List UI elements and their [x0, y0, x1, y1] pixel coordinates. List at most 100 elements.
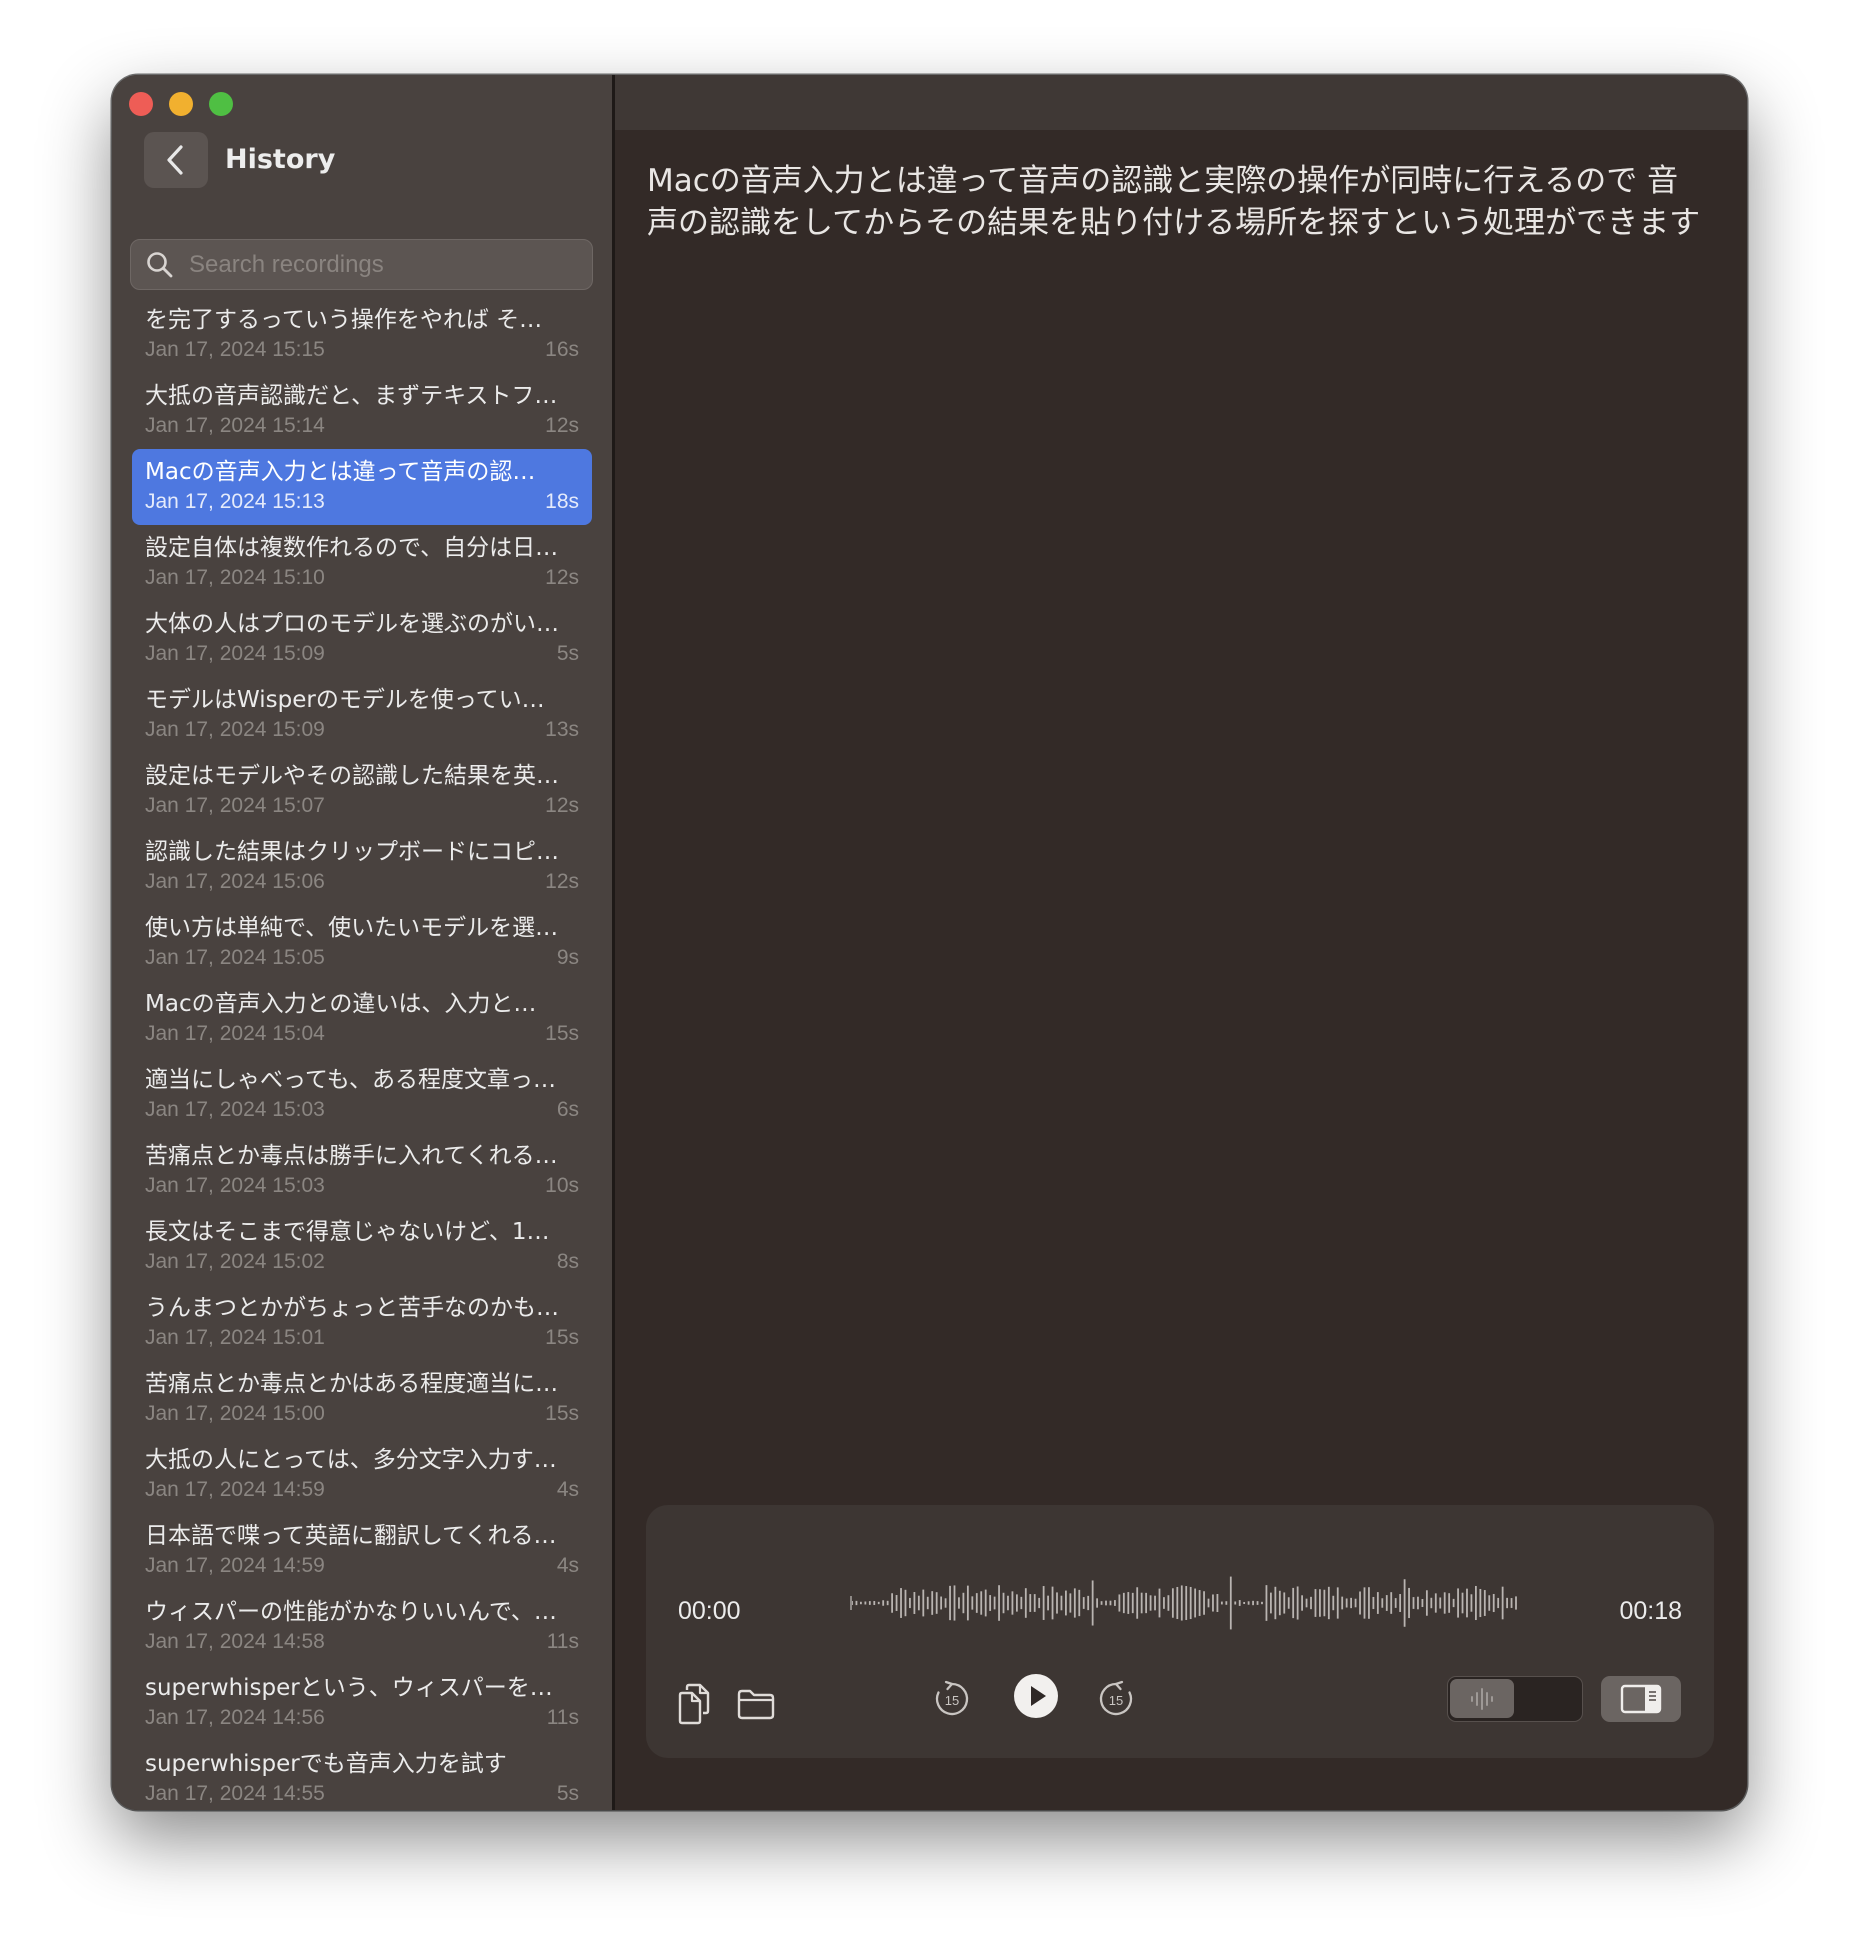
- recording-date: Jan 17, 2024 15:09: [145, 718, 325, 741]
- recording-title: モデルはWisperのモデルを使ってい…: [145, 687, 545, 713]
- recording-title: 日本語で喋って英語に翻訳してくれる…: [145, 1523, 557, 1549]
- transcript-text[interactable]: Macの音声入力とは違って音声の認識と実際の操作が同時に行えるので 音声の認識を…: [647, 160, 1707, 244]
- recording-item[interactable]: 設定自体は複数作れるので、自分は日… Jan 17, 2024 15:10 12s: [132, 525, 592, 601]
- forward-15-button[interactable]: 15: [1096, 1679, 1136, 1719]
- recording-duration: 8s: [556, 1250, 579, 1273]
- recording-title: うんまつとかがちょっと苦手なのかも…: [145, 1295, 559, 1321]
- recording-item[interactable]: 大抵の音声認識だと、まずテキストフ… Jan 17, 2024 15:14 12s: [132, 373, 592, 449]
- recording-meta: Jan 17, 2024 15:01 15s: [145, 1324, 579, 1352]
- recording-duration: 18s: [545, 490, 579, 513]
- waveform-icon: [1471, 1687, 1493, 1710]
- recording-date: Jan 17, 2024 15:14: [145, 414, 325, 437]
- folder-icon: [737, 1689, 775, 1720]
- recording-item[interactable]: Macの音声入力との違いは、入力と… Jan 17, 2024 15:04 15s: [132, 981, 592, 1057]
- recording-title: 使い方は単純で、使いたいモデルを選…: [145, 915, 559, 941]
- recording-title: superwhisperでも音声入力を試す: [145, 1751, 507, 1777]
- recording-duration: 11s: [546, 1706, 579, 1729]
- waveform-mode-segment[interactable]: [1450, 1679, 1514, 1718]
- recording-meta: Jan 17, 2024 15:13 18s: [145, 488, 579, 516]
- recording-meta: Jan 17, 2024 14:58 11s: [145, 1628, 579, 1656]
- recording-item[interactable]: Macの音声入力とは違って音声の認… Jan 17, 2024 15:13 18s: [132, 449, 592, 525]
- sidebar: History を完了するっていう操作をやれば そ… Jan 17, 2024 1…: [112, 75, 612, 1810]
- recording-item[interactable]: うんまつとかがちょっと苦手なのかも… Jan 17, 2024 15:01 15s: [132, 1285, 592, 1361]
- recording-item[interactable]: 苦痛点とか毒点は勝手に入れてくれる… Jan 17, 2024 15:03 10s: [132, 1133, 592, 1209]
- copy-icon: [678, 1683, 710, 1725]
- recording-item[interactable]: 設定はモデルやその認識した結果を英… Jan 17, 2024 15:07 12s: [132, 753, 592, 829]
- recording-meta: Jan 17, 2024 15:09 13s: [145, 716, 579, 744]
- audio-player: 00:00 00:18 15 15: [646, 1505, 1714, 1758]
- recording-item[interactable]: 大体の人はプロのモデルを選ぶのがい… Jan 17, 2024 15:09 5s: [132, 601, 592, 677]
- back-button[interactable]: [144, 132, 208, 188]
- recording-duration: 12s: [545, 414, 579, 437]
- recording-date: Jan 17, 2024 14:59: [145, 1478, 325, 1501]
- play-button[interactable]: [1012, 1672, 1060, 1720]
- copy-button[interactable]: [676, 1683, 712, 1725]
- recording-duration: 13s: [545, 718, 579, 741]
- recording-item[interactable]: 日本語で喋って英語に翻訳してくれる… Jan 17, 2024 14:59 4s: [132, 1513, 592, 1589]
- rewind-seconds-label: 15: [945, 1693, 959, 1708]
- recording-title: 大抵の人にとっては、多分文字入力す…: [145, 1447, 557, 1473]
- minimize-window-button[interactable]: [169, 92, 193, 116]
- recording-duration: 15s: [545, 1022, 579, 1045]
- toggle-sidebar-button[interactable]: [1601, 1676, 1681, 1722]
- recording-title: ウィスパーの性能がかなりいいんで、…: [145, 1599, 557, 1625]
- recording-date: Jan 17, 2024 15:06: [145, 870, 325, 893]
- rewind-15-button[interactable]: 15: [932, 1679, 972, 1719]
- recording-item[interactable]: superwhisperという、ウィスパーを… Jan 17, 2024 14:5…: [132, 1665, 592, 1741]
- recording-date: Jan 17, 2024 15:09: [145, 642, 325, 665]
- forward-15-icon: 15: [1099, 1680, 1133, 1716]
- recording-date: Jan 17, 2024 14:58: [145, 1630, 325, 1653]
- recording-title: 長文はそこまで得意じゃないけど、1…: [145, 1219, 550, 1245]
- search-icon: [147, 251, 173, 277]
- recording-title: Macの音声入力とは違って音声の認…: [145, 459, 536, 485]
- view-mode-toggle[interactable]: [1447, 1676, 1583, 1722]
- recording-date: Jan 17, 2024 14:55: [145, 1782, 325, 1805]
- recording-meta: Jan 17, 2024 15:06 12s: [145, 868, 579, 896]
- recording-meta: Jan 17, 2024 15:00 15s: [145, 1400, 579, 1428]
- recording-date: Jan 17, 2024 15:10: [145, 566, 325, 589]
- recording-duration: 15s: [545, 1402, 579, 1425]
- recording-duration: 9s: [556, 946, 579, 969]
- recording-title: 苦痛点とか毒点は勝手に入れてくれる…: [145, 1143, 558, 1169]
- forward-seconds-label: 15: [1109, 1693, 1123, 1708]
- recording-date: Jan 17, 2024 15:15: [145, 338, 325, 361]
- recording-date: Jan 17, 2024 15:01: [145, 1326, 325, 1349]
- close-window-button[interactable]: [129, 92, 153, 116]
- recording-item[interactable]: 長文はそこまで得意じゃないけど、1… Jan 17, 2024 15:02 8s: [132, 1209, 592, 1285]
- recording-meta: Jan 17, 2024 14:56 11s: [145, 1704, 579, 1732]
- recording-title: 適当にしゃべっても、ある程度文章っ…: [145, 1067, 557, 1093]
- recording-item[interactable]: superwhisperでも音声入力を試す Jan 17, 2024 14:55 5…: [132, 1741, 592, 1810]
- waveform-scrubber[interactable]: [850, 1572, 1518, 1634]
- recording-item[interactable]: ウィスパーの性能がかなりいいんで、… Jan 17, 2024 14:58 11s: [132, 1589, 592, 1665]
- recording-duration: 12s: [545, 794, 579, 817]
- recordings-list: を完了するっていう操作をやれば そ… Jan 17, 2024 15:15 16s 大…: [112, 297, 612, 1810]
- recording-meta: Jan 17, 2024 15:04 15s: [145, 1020, 579, 1048]
- recording-item[interactable]: 大抵の人にとっては、多分文字入力す… Jan 17, 2024 14:59 4s: [132, 1437, 592, 1513]
- recording-duration: 5s: [556, 642, 579, 665]
- zoom-window-button[interactable]: [209, 92, 233, 116]
- play-icon: [1014, 1674, 1058, 1718]
- recording-item[interactable]: モデルはWisperのモデルを使ってい… Jan 17, 2024 15:09 13…: [132, 677, 592, 753]
- recording-duration: 12s: [545, 870, 579, 893]
- recording-date: Jan 17, 2024 14:59: [145, 1554, 325, 1577]
- open-folder-button[interactable]: [736, 1687, 776, 1721]
- split-divider[interactable]: [612, 75, 615, 1810]
- search-field[interactable]: [130, 239, 593, 290]
- recording-date: Jan 17, 2024 15:02: [145, 1250, 325, 1273]
- recording-date: Jan 17, 2024 15:03: [145, 1098, 325, 1121]
- main-toolbar: [615, 75, 1747, 130]
- recording-item[interactable]: 適当にしゃべっても、ある程度文章っ… Jan 17, 2024 15:03 6s: [132, 1057, 592, 1133]
- recording-item[interactable]: 苦痛点とか毒点とかはある程度適当に… Jan 17, 2024 15:00 15s: [132, 1361, 592, 1437]
- recording-meta: Jan 17, 2024 15:15 16s: [145, 336, 579, 364]
- recording-meta: Jan 17, 2024 14:59 4s: [145, 1552, 579, 1580]
- app-window: History を完了するっていう操作をやれば そ… Jan 17, 2024 1…: [112, 75, 1747, 1810]
- recording-title: 大抵の音声認識だと、まずテキストフ…: [145, 383, 558, 409]
- search-input[interactable]: [187, 249, 592, 280]
- recording-item[interactable]: を完了するっていう操作をやれば そ… Jan 17, 2024 15:15 16s: [132, 297, 592, 373]
- rewind-15-icon: 15: [935, 1680, 969, 1716]
- recording-date: Jan 17, 2024 15:13: [145, 490, 325, 513]
- recording-duration: 11s: [546, 1630, 579, 1653]
- recording-item[interactable]: 使い方は単純で、使いたいモデルを選… Jan 17, 2024 15:05 9s: [132, 905, 592, 981]
- recording-duration: 5s: [556, 1782, 579, 1805]
- recording-item[interactable]: 認識した結果はクリップボードにコピ… Jan 17, 2024 15:06 12s: [132, 829, 592, 905]
